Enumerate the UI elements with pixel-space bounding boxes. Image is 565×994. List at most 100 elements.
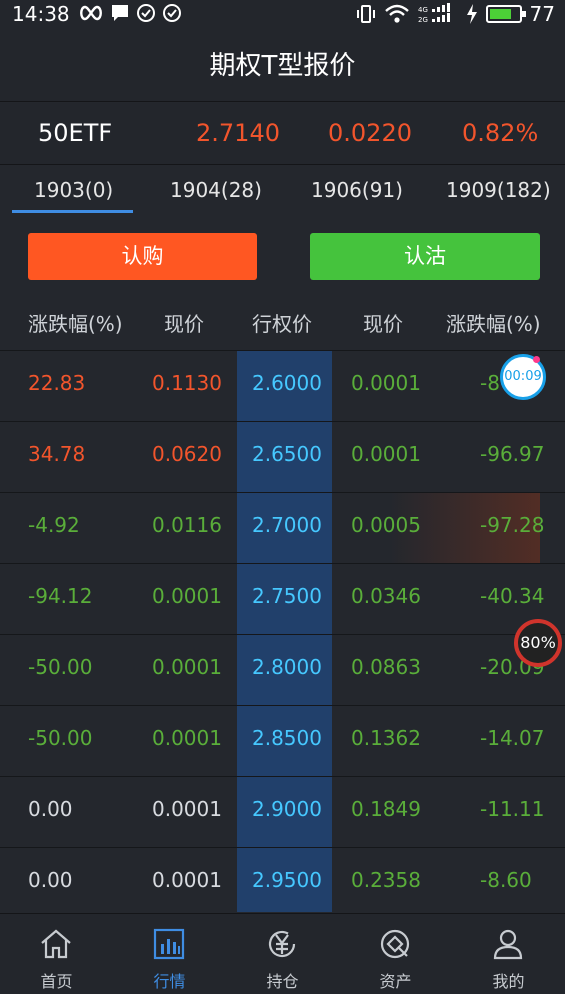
check-circle-icon: [163, 4, 181, 22]
strike-price: 2.9000: [252, 797, 322, 821]
status-time: 14:38: [12, 2, 70, 26]
nav-assets[interactable]: 资产: [339, 914, 452, 994]
home-icon: [41, 929, 71, 959]
battery-level: 77: [529, 2, 555, 26]
assets-icon: [380, 929, 410, 959]
put-price: 0.1849: [351, 797, 421, 821]
tab-1909[interactable]: 1909(182): [446, 178, 551, 202]
put-change-pct: -11.11: [480, 797, 545, 821]
expiry-tabs: 1903(0) 1904(28) 1906(91) 1909(182): [0, 166, 565, 216]
strike-price: 2.7500: [252, 584, 322, 608]
nav-label: 首页: [40, 972, 73, 991]
notification-icons: [78, 3, 182, 23]
call-price: 0.0001: [152, 726, 222, 750]
col-call-price: 现价: [164, 312, 204, 336]
bottom-nav: 首页 行情 持仓 资产 我的: [0, 913, 565, 994]
col-strike: 行权价: [252, 312, 312, 336]
strike-price: 2.9500: [252, 868, 322, 892]
strike-price: 2.7000: [252, 513, 322, 537]
call-price: 0.0001: [152, 797, 222, 821]
table-row[interactable]: -4.92 0.0116 2.7000 0.0005 -97.28: [0, 492, 565, 563]
table-row[interactable]: 34.78 0.0620 2.6500 0.0001 -96.97: [0, 421, 565, 492]
put-price: 0.1362: [351, 726, 421, 750]
nav-profile[interactable]: 我的: [452, 914, 565, 994]
put-change-pct: -14.07: [480, 726, 545, 750]
strike-price: 2.8500: [252, 726, 322, 750]
put-price: 0.0346: [351, 584, 421, 608]
nav-label: 资产: [379, 972, 412, 991]
check-circle-icon: [137, 4, 155, 22]
call-change-pct: 0.00: [28, 797, 73, 821]
market-chart-icon: [153, 928, 185, 960]
call-price: 0.0001: [152, 655, 222, 679]
underlying-price: 2.7140: [196, 119, 280, 147]
message-icon: [112, 5, 128, 21]
nav-label: 行情: [153, 972, 186, 991]
page-title: 期权T型报价: [209, 51, 356, 81]
put-price: 0.0863: [351, 655, 421, 679]
call-change-pct: 0.00: [28, 868, 73, 892]
call-button[interactable]: 认购: [28, 233, 257, 280]
put-change-pct: -8.60: [480, 868, 532, 892]
table-row[interactable]: -50.00 0.0001 2.8500 0.1362 -14.07: [0, 705, 565, 776]
call-change-pct: -4.92: [28, 513, 80, 537]
nav-label: 持仓: [266, 972, 299, 991]
col-put-change-pct: 涨跌幅(%): [446, 312, 541, 336]
holdings-yen-icon: [268, 930, 296, 958]
call-change-pct: -50.00: [28, 655, 93, 679]
call-price: 0.0116: [152, 513, 222, 537]
svg-text:4G: 4G: [418, 6, 428, 14]
strike-price: 2.8000: [252, 655, 322, 679]
table-row[interactable]: -50.00 0.0001 2.8000 0.0863 -20.09: [0, 634, 565, 705]
profile-icon: [493, 929, 523, 960]
column-headers: 涨跌幅(%) 现价 行权价 现价 涨跌幅(%): [0, 300, 565, 340]
call-price: 0.0001: [152, 584, 222, 608]
call-price: 0.1130: [152, 371, 222, 395]
underlying-change: 0.0220: [328, 119, 412, 147]
put-price: 0.0001: [351, 442, 421, 466]
vibrate-icon: [356, 5, 375, 23]
charging-icon: [466, 4, 477, 24]
put-change-pct: -40.34: [480, 584, 545, 608]
tab-1904[interactable]: 1904(28): [170, 178, 262, 202]
put-button[interactable]: 认沽: [310, 233, 540, 280]
floating-progress-ball[interactable]: 80%: [514, 619, 562, 667]
put-change-pct: -97.28: [480, 513, 545, 537]
call-change-pct: 34.78: [28, 442, 86, 466]
underlying-change-pct: 0.82%: [462, 119, 539, 147]
wifi-icon: [384, 4, 409, 23]
battery-fill: [489, 9, 512, 19]
table-row[interactable]: 0.00 0.0001 2.9500 0.2358 -8.60: [0, 847, 565, 912]
strike-price: 2.6000: [252, 371, 322, 395]
table-row[interactable]: -94.12 0.0001 2.7500 0.0346 -40.34: [0, 563, 565, 634]
battery-icon: [485, 5, 526, 23]
svg-text:2G: 2G: [418, 16, 428, 24]
nav-holdings[interactable]: 持仓: [226, 914, 339, 994]
nav-label: 我的: [492, 972, 525, 991]
timer-notification-dot: [533, 356, 540, 363]
page-header: 期权T型报价: [0, 30, 565, 102]
table-row[interactable]: 0.00 0.0001 2.9000 0.1849 -11.11: [0, 776, 565, 847]
status-right: 4G 2G 77: [356, 2, 555, 26]
signal-icon: 4G2G: [418, 3, 450, 24]
put-price: 0.2358: [351, 868, 421, 892]
table-row[interactable]: 22.83 0.1130 2.6000 0.0001 -8: [0, 350, 565, 421]
call-price: 0.0001: [152, 868, 222, 892]
put-change-pct: -8: [480, 371, 500, 395]
underlying-quote[interactable]: 50ETF 2.7140 0.0220 0.82%: [0, 103, 565, 165]
nav-market[interactable]: 行情: [113, 914, 226, 994]
tab-1903[interactable]: 1903(0): [34, 178, 113, 202]
call-change-pct: -94.12: [28, 584, 93, 608]
strike-price: 2.6500: [252, 442, 322, 466]
put-change-pct: -96.97: [480, 442, 545, 466]
col-put-price: 现价: [363, 312, 403, 336]
col-call-change-pct: 涨跌幅(%): [28, 312, 123, 336]
tab-1906[interactable]: 1906(91): [311, 178, 403, 202]
battery-tip: [521, 11, 526, 17]
active-tab-indicator: [12, 210, 133, 213]
call-change-pct: -50.00: [28, 726, 93, 750]
put-price: 0.0001: [351, 371, 421, 395]
call-change-pct: 22.83: [28, 371, 86, 395]
infinity-icon: [80, 5, 102, 21]
nav-home[interactable]: 首页: [0, 914, 113, 994]
